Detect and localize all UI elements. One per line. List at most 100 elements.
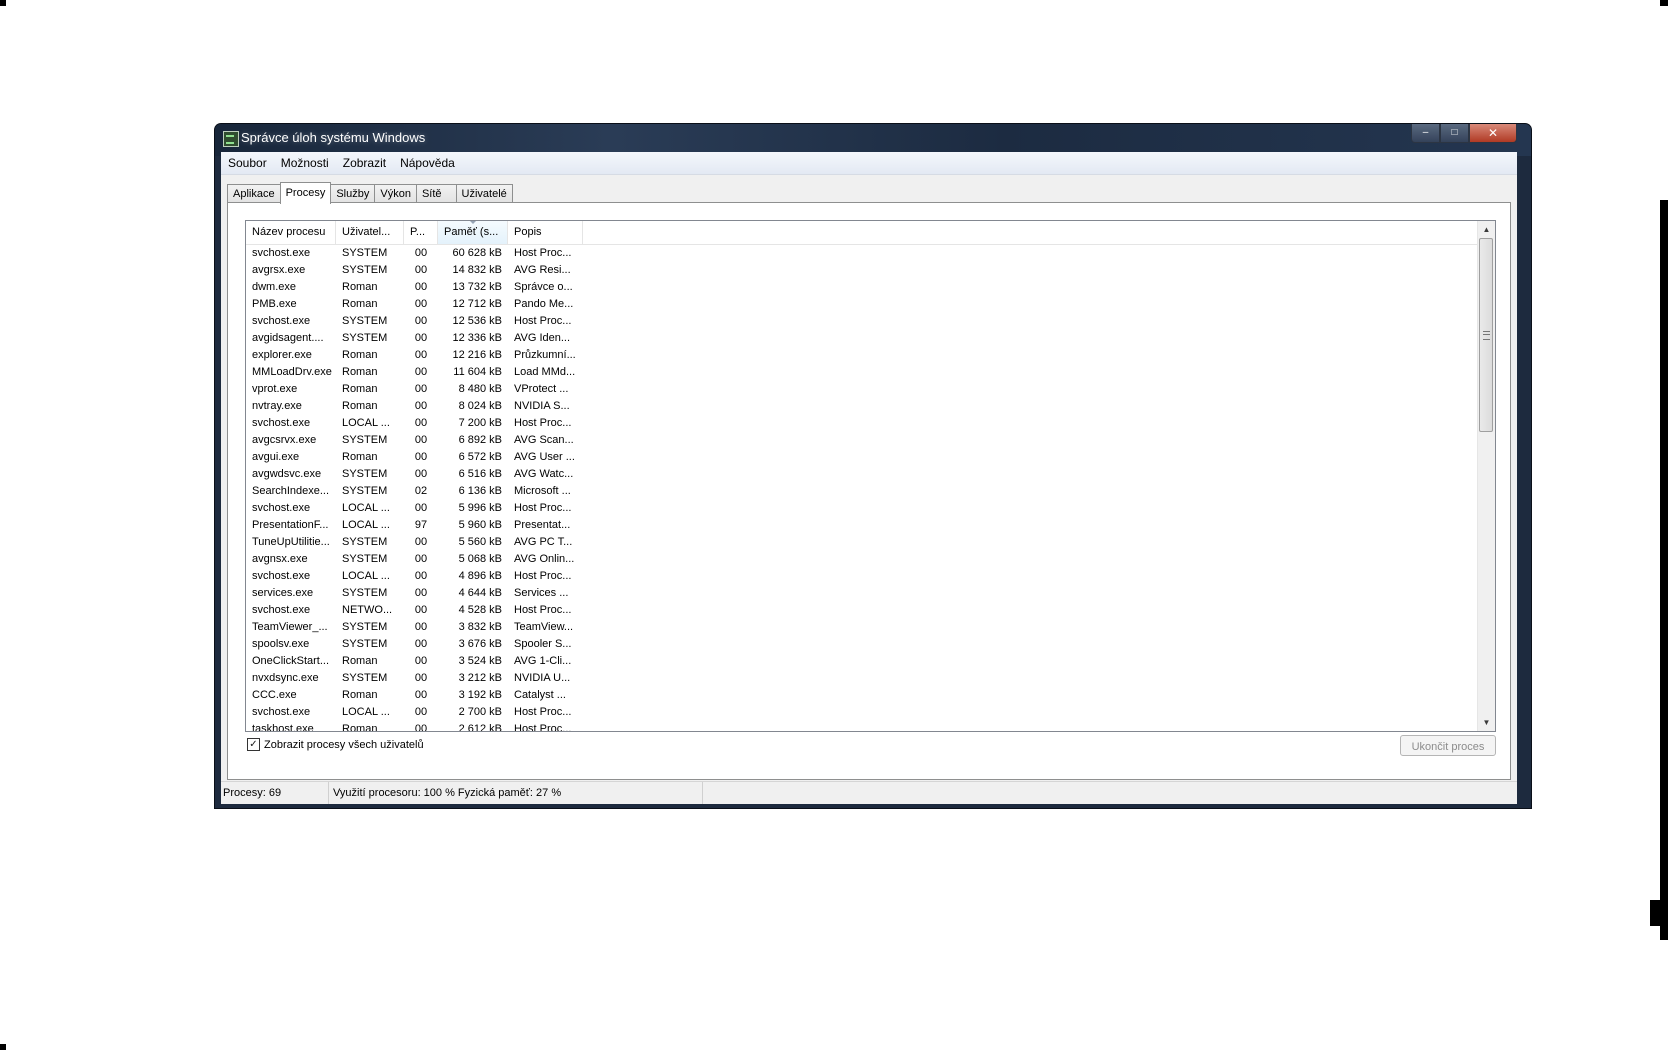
table-row[interactable]: MMLoadDrv.exe Roman 00 11 604 kB Load MMd... [246,364,1478,381]
process-name: TuneUpUtilitie... [252,536,330,548]
table-row[interactable]: services.exe SYSTEM 00 4 644 kB Services ... [246,585,1478,602]
process-name: PresentationF... [252,519,329,531]
process-description: Catalyst ... [514,689,566,701]
process-user: LOCAL ... [342,570,390,582]
table-row[interactable]: OneClickStart... Roman 00 3 524 kB AVG 1-Cli… [246,653,1478,670]
process-memory: 12 336 kB [452,332,502,344]
vertical-scrollbar[interactable]: ▲ ▼ [1477,221,1495,731]
process-cpu: 00 [414,706,428,718]
process-user: SYSTEM [342,587,388,599]
table-row[interactable]: avgrsx.exe SYSTEM 00 14 832 kB AVG Resi... [246,262,1478,279]
column-header-description[interactable]: Popis [508,221,583,244]
tab-aplikace[interactable]: Aplikace [227,184,281,204]
process-name: MMLoadDrv.exe [252,366,332,378]
process-name: avgui.exe [252,451,300,463]
scroll-up-icon[interactable]: ▲ [1478,221,1495,238]
scroll-down-icon[interactable]: ▼ [1478,714,1495,731]
column-header-memory[interactable]: Paměť (s... [438,221,508,244]
process-memory: 6 516 kB [458,468,502,480]
column-header-user[interactable]: Uživatel... [336,221,404,244]
table-row[interactable]: svchost.exe LOCAL ... 00 5 996 kB Host Proc.… [246,500,1478,517]
table-row[interactable]: svchost.exe LOCAL ... 00 2 700 kB Host Proc.… [246,704,1478,721]
tab-sluzby[interactable]: Služby [330,184,376,204]
table-row[interactable]: avgui.exe Roman 00 6 572 kB AVG User ... [246,449,1478,466]
edge-mark [1650,900,1668,926]
menu-napoveda[interactable]: Nápověda [393,152,462,174]
process-cpu: 00 [414,604,428,616]
process-cpu: 00 [414,417,428,429]
table-row[interactable]: avgcsrvx.exe SYSTEM 00 6 892 kB AVG Scan... [246,432,1478,449]
table-row[interactable]: CCC.exe Roman 00 3 192 kB Catalyst ... [246,687,1478,704]
tab-uzivatele[interactable]: Uživatelé [455,184,513,204]
list-header: Název procesu Uživatel... P... Paměť (s.… [246,221,1478,245]
show-all-users-checkbox[interactable]: ✓ [247,738,260,751]
edge-mark [0,0,6,6]
process-user: SYSTEM [342,485,388,497]
column-header-name[interactable]: Název procesu [246,221,336,244]
table-row[interactable]: avgwdsvc.exe SYSTEM 00 6 516 kB AVG Watc... [246,466,1478,483]
process-name: SearchIndexe... [252,485,330,497]
process-description: TeamView... [514,621,574,633]
process-name: svchost.exe [252,706,311,718]
process-memory: 6 136 kB [458,485,502,497]
process-name: nvtray.exe [252,400,302,412]
process-memory: 11 604 kB [453,366,502,378]
table-row[interactable]: nvtray.exe Roman 00 8 024 kB NVIDIA S... [246,398,1478,415]
tab-site[interactable]: Sítě [415,184,457,204]
show-all-users-option[interactable]: ✓ Zobrazit procesy všech uživatelů [247,738,424,751]
menu-soubor[interactable]: Soubor [221,152,274,174]
table-row[interactable]: svchost.exe SYSTEM 00 60 628 kB Host Proc... [246,245,1478,262]
process-name: avgcsrvx.exe [252,434,317,446]
process-name: avgidsagent.... [252,332,324,344]
process-user: Roman [342,400,378,412]
process-cpu: 00 [414,638,428,650]
table-row[interactable]: svchost.exe NETWO... 00 4 528 kB Host Proc..… [246,602,1478,619]
table-row[interactable]: avgnsx.exe SYSTEM 00 5 068 kB AVG Onlin... [246,551,1478,568]
process-list[interactable]: Název procesu Uživatel... P... Paměť (s.… [245,220,1496,732]
table-row[interactable]: avgidsagent.... SYSTEM 00 12 336 kB AVG Iden… [246,330,1478,347]
process-name: svchost.exe [252,604,311,616]
process-user: SYSTEM [342,468,388,480]
grip-icon [1483,331,1490,340]
process-description: Presentat... [514,519,571,531]
minimize-button[interactable]: – [1411,124,1440,143]
table-row[interactable]: vprot.exe Roman 00 8 480 kB VProtect ... [246,381,1478,398]
edge-mark [1660,0,1668,6]
table-row[interactable]: spoolsv.exe SYSTEM 00 3 676 kB Spooler S... [246,636,1478,653]
process-user: LOCAL ... [342,417,390,429]
table-row[interactable]: dwm.exe Roman 00 13 732 kB Správce o... [246,279,1478,296]
end-process-button[interactable]: Ukončit proces [1400,735,1496,756]
table-row[interactable]: explorer.exe Roman 00 12 216 kB Průzkumní... [246,347,1478,364]
process-user: SYSTEM [342,264,388,276]
table-row[interactable]: SearchIndexe... SYSTEM 02 6 136 kB Microsoft… [246,483,1478,500]
tab-vykon[interactable]: Výkon [374,184,417,204]
table-row[interactable]: nvxdsync.exe SYSTEM 00 3 212 kB NVIDIA U... [246,670,1478,687]
menu-moznosti[interactable]: Možnosti [274,152,336,174]
menu-bar: Soubor Možnosti Zobrazit Nápověda [221,152,1517,175]
table-row[interactable]: svchost.exe LOCAL ... 00 4 896 kB Host Proc.… [246,568,1478,585]
process-user: SYSTEM [342,315,388,327]
table-row[interactable]: PresentationF... LOCAL ... 97 5 960 kB Prese… [246,517,1478,534]
scroll-thumb[interactable] [1479,238,1493,432]
table-row[interactable]: TuneUpUtilitie... SYSTEM 00 5 560 kB AVG PC … [246,534,1478,551]
process-description: Host Proc... [514,315,572,327]
close-button[interactable]: ✕ [1469,124,1517,143]
maximize-button[interactable]: □ [1440,124,1469,143]
process-memory: 5 560 kB [458,536,502,548]
process-cpu: 00 [414,553,428,565]
process-name: taskhost.exe [252,723,314,732]
table-row[interactable]: TeamViewer_... SYSTEM 00 3 832 kB TeamView..… [246,619,1478,636]
process-description: Microsoft ... [514,485,571,497]
process-user: LOCAL ... [342,706,390,718]
table-row[interactable]: svchost.exe LOCAL ... 00 7 200 kB Host Proc.… [246,415,1478,432]
table-row[interactable]: svchost.exe SYSTEM 00 12 536 kB Host Proc... [246,313,1478,330]
sort-descending-icon [468,221,477,224]
column-header-cpu[interactable]: P... [404,221,438,244]
tab-procesy[interactable]: Procesy [279,182,332,204]
process-name: svchost.exe [252,315,311,327]
table-row[interactable]: PMB.exe Roman 00 12 712 kB Pando Me... [246,296,1478,313]
table-row[interactable]: taskhost.exe Roman 00 2 612 kB Host Proc... [246,721,1478,732]
process-user: SYSTEM [342,621,388,633]
menu-zobrazit[interactable]: Zobrazit [336,152,393,174]
processes-panel: Název procesu Uživatel... P... Paměť (s.… [227,202,1511,780]
